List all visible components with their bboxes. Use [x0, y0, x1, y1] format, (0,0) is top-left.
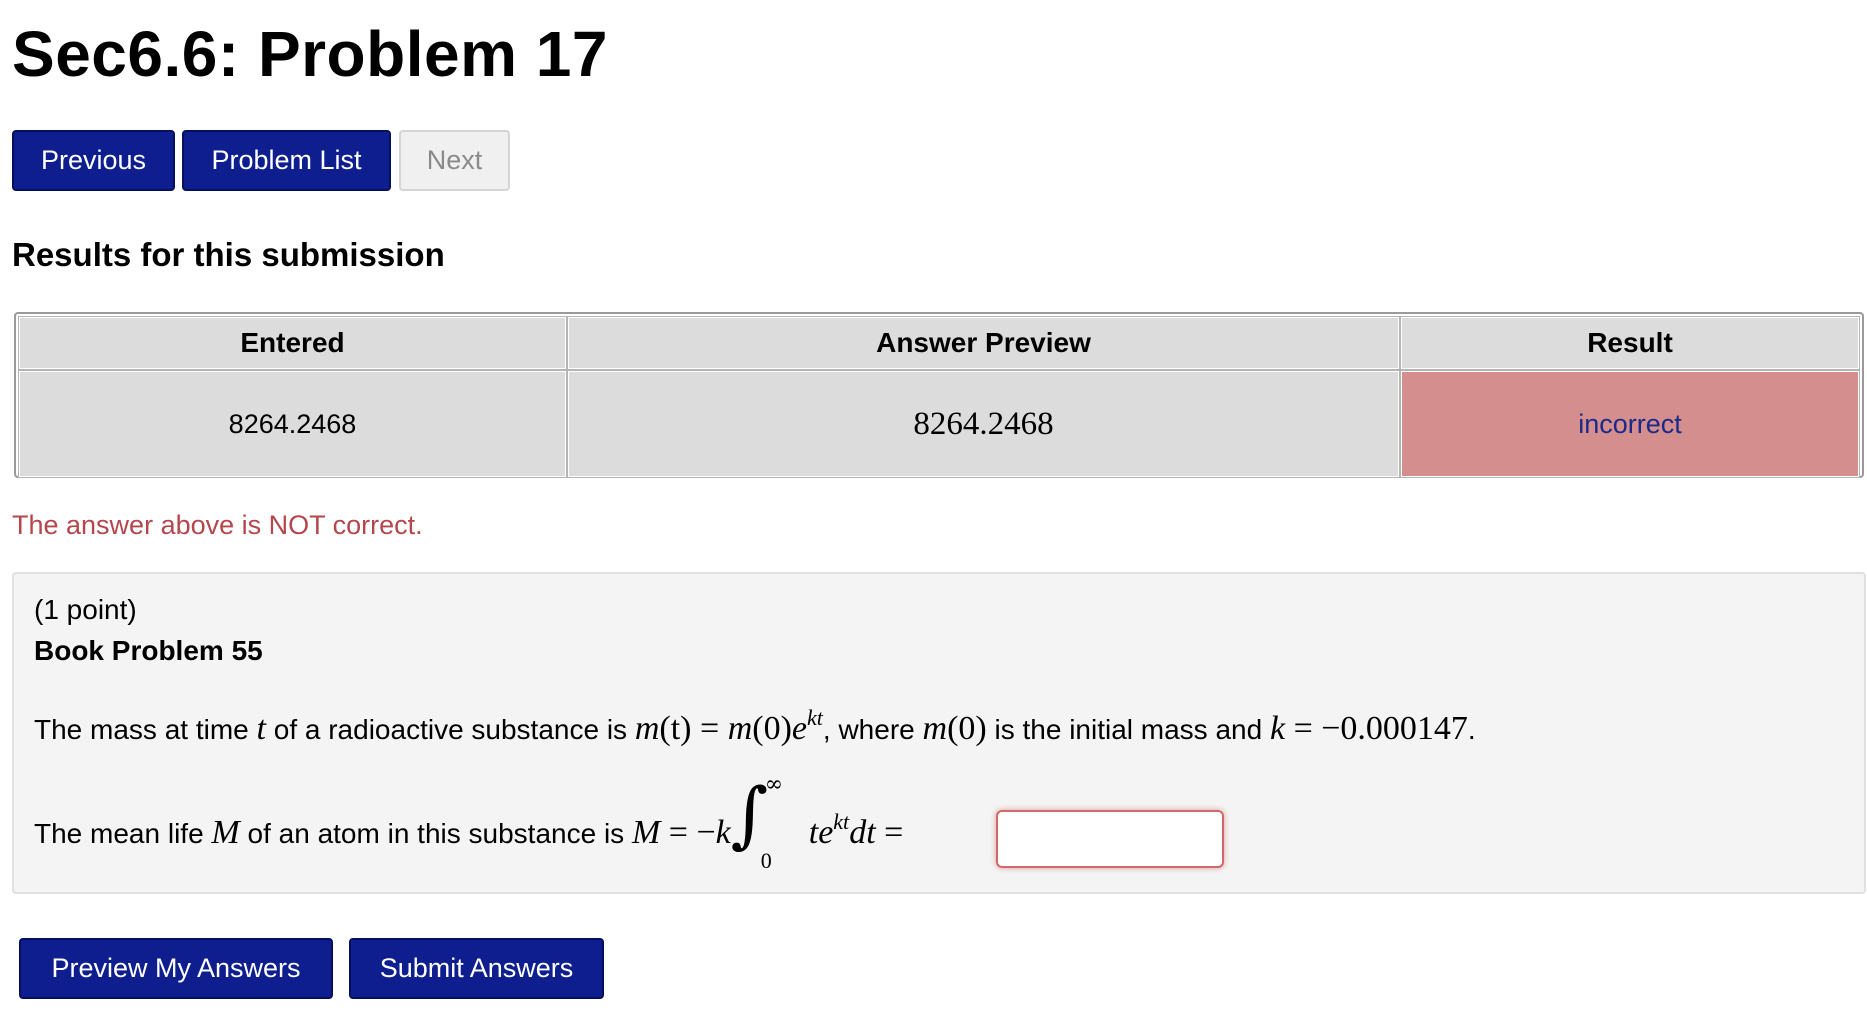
answer-input[interactable] [996, 810, 1224, 868]
math-var: dt [849, 814, 876, 851]
integral-symbol: ∫ [730, 771, 769, 856]
math-var: t [256, 710, 266, 747]
text: , where [822, 714, 923, 745]
previous-button[interactable]: Previous [12, 130, 175, 191]
feedback-message: The answer above is NOT correct. [12, 510, 423, 540]
integral-sign: ∫ ∞ 0 [731, 772, 809, 873]
math-var: m [727, 710, 753, 747]
table-row: 8264.2468 8264.2468 incorrect [18, 370, 1860, 478]
next-button: Next [399, 130, 510, 191]
math-text: = [691, 710, 728, 747]
math-superscript: kt [833, 809, 850, 834]
book-problem-title: Book Problem 55 [34, 635, 263, 666]
math-superscript: kt [807, 705, 823, 730]
math-text: = −0.000147 [1285, 710, 1468, 747]
text: The mass at time [34, 714, 257, 745]
math-var: e [791, 710, 807, 747]
problem-points: (1 point) [34, 594, 137, 625]
results-heading: Results for this submission [12, 236, 445, 273]
results-header-row: Entered Answer Preview Result [18, 316, 1860, 370]
problem-box: (1 point) Book Problem 55 The mass at ti… [12, 572, 1866, 894]
math-text: (0) [947, 710, 987, 747]
result-status: incorrect [1400, 370, 1860, 478]
submit-answers-button[interactable]: Submit Answers [349, 938, 604, 999]
math-var: M [211, 814, 240, 851]
col-result: Result [1400, 316, 1860, 370]
text: of a radioactive substance is [265, 714, 635, 745]
col-entered: Entered [18, 316, 567, 370]
results-table: Entered Answer Preview Result 8264.2468 … [14, 312, 1864, 478]
math-var: m [634, 710, 660, 747]
preview-answers-button[interactable]: Preview My Answers [19, 938, 333, 999]
entered-value: 8264.2468 [18, 370, 567, 478]
page-title: Sec6.6: Problem 17 [12, 18, 608, 90]
problem-statement-line2: The mean life M of an atom in this subst… [34, 772, 904, 873]
text: of an atom in this substance is [239, 818, 632, 849]
col-answer-preview: Answer Preview [567, 316, 1400, 370]
text: is the initial mass and [986, 714, 1270, 745]
math-text: (t) [659, 710, 692, 747]
integral-upper-limit: ∞ [764, 771, 784, 797]
integral-lower-limit: 0 [760, 847, 772, 873]
math-text: (0) [752, 710, 792, 747]
math-var: k [715, 814, 731, 851]
math-text: = − [660, 814, 716, 851]
text: The mean life [34, 818, 212, 849]
problem-list-button[interactable]: Problem List [182, 130, 391, 191]
text: . [1467, 714, 1476, 745]
math-var: k [1269, 710, 1286, 747]
answer-preview-value: 8264.2468 [567, 370, 1400, 478]
math-var: m [922, 710, 948, 747]
problem-statement-line1: The mass at time t of a radioactive subs… [34, 705, 1476, 748]
math-var: M [631, 814, 661, 851]
math-var: te [808, 814, 834, 851]
math-text: = [875, 814, 904, 851]
